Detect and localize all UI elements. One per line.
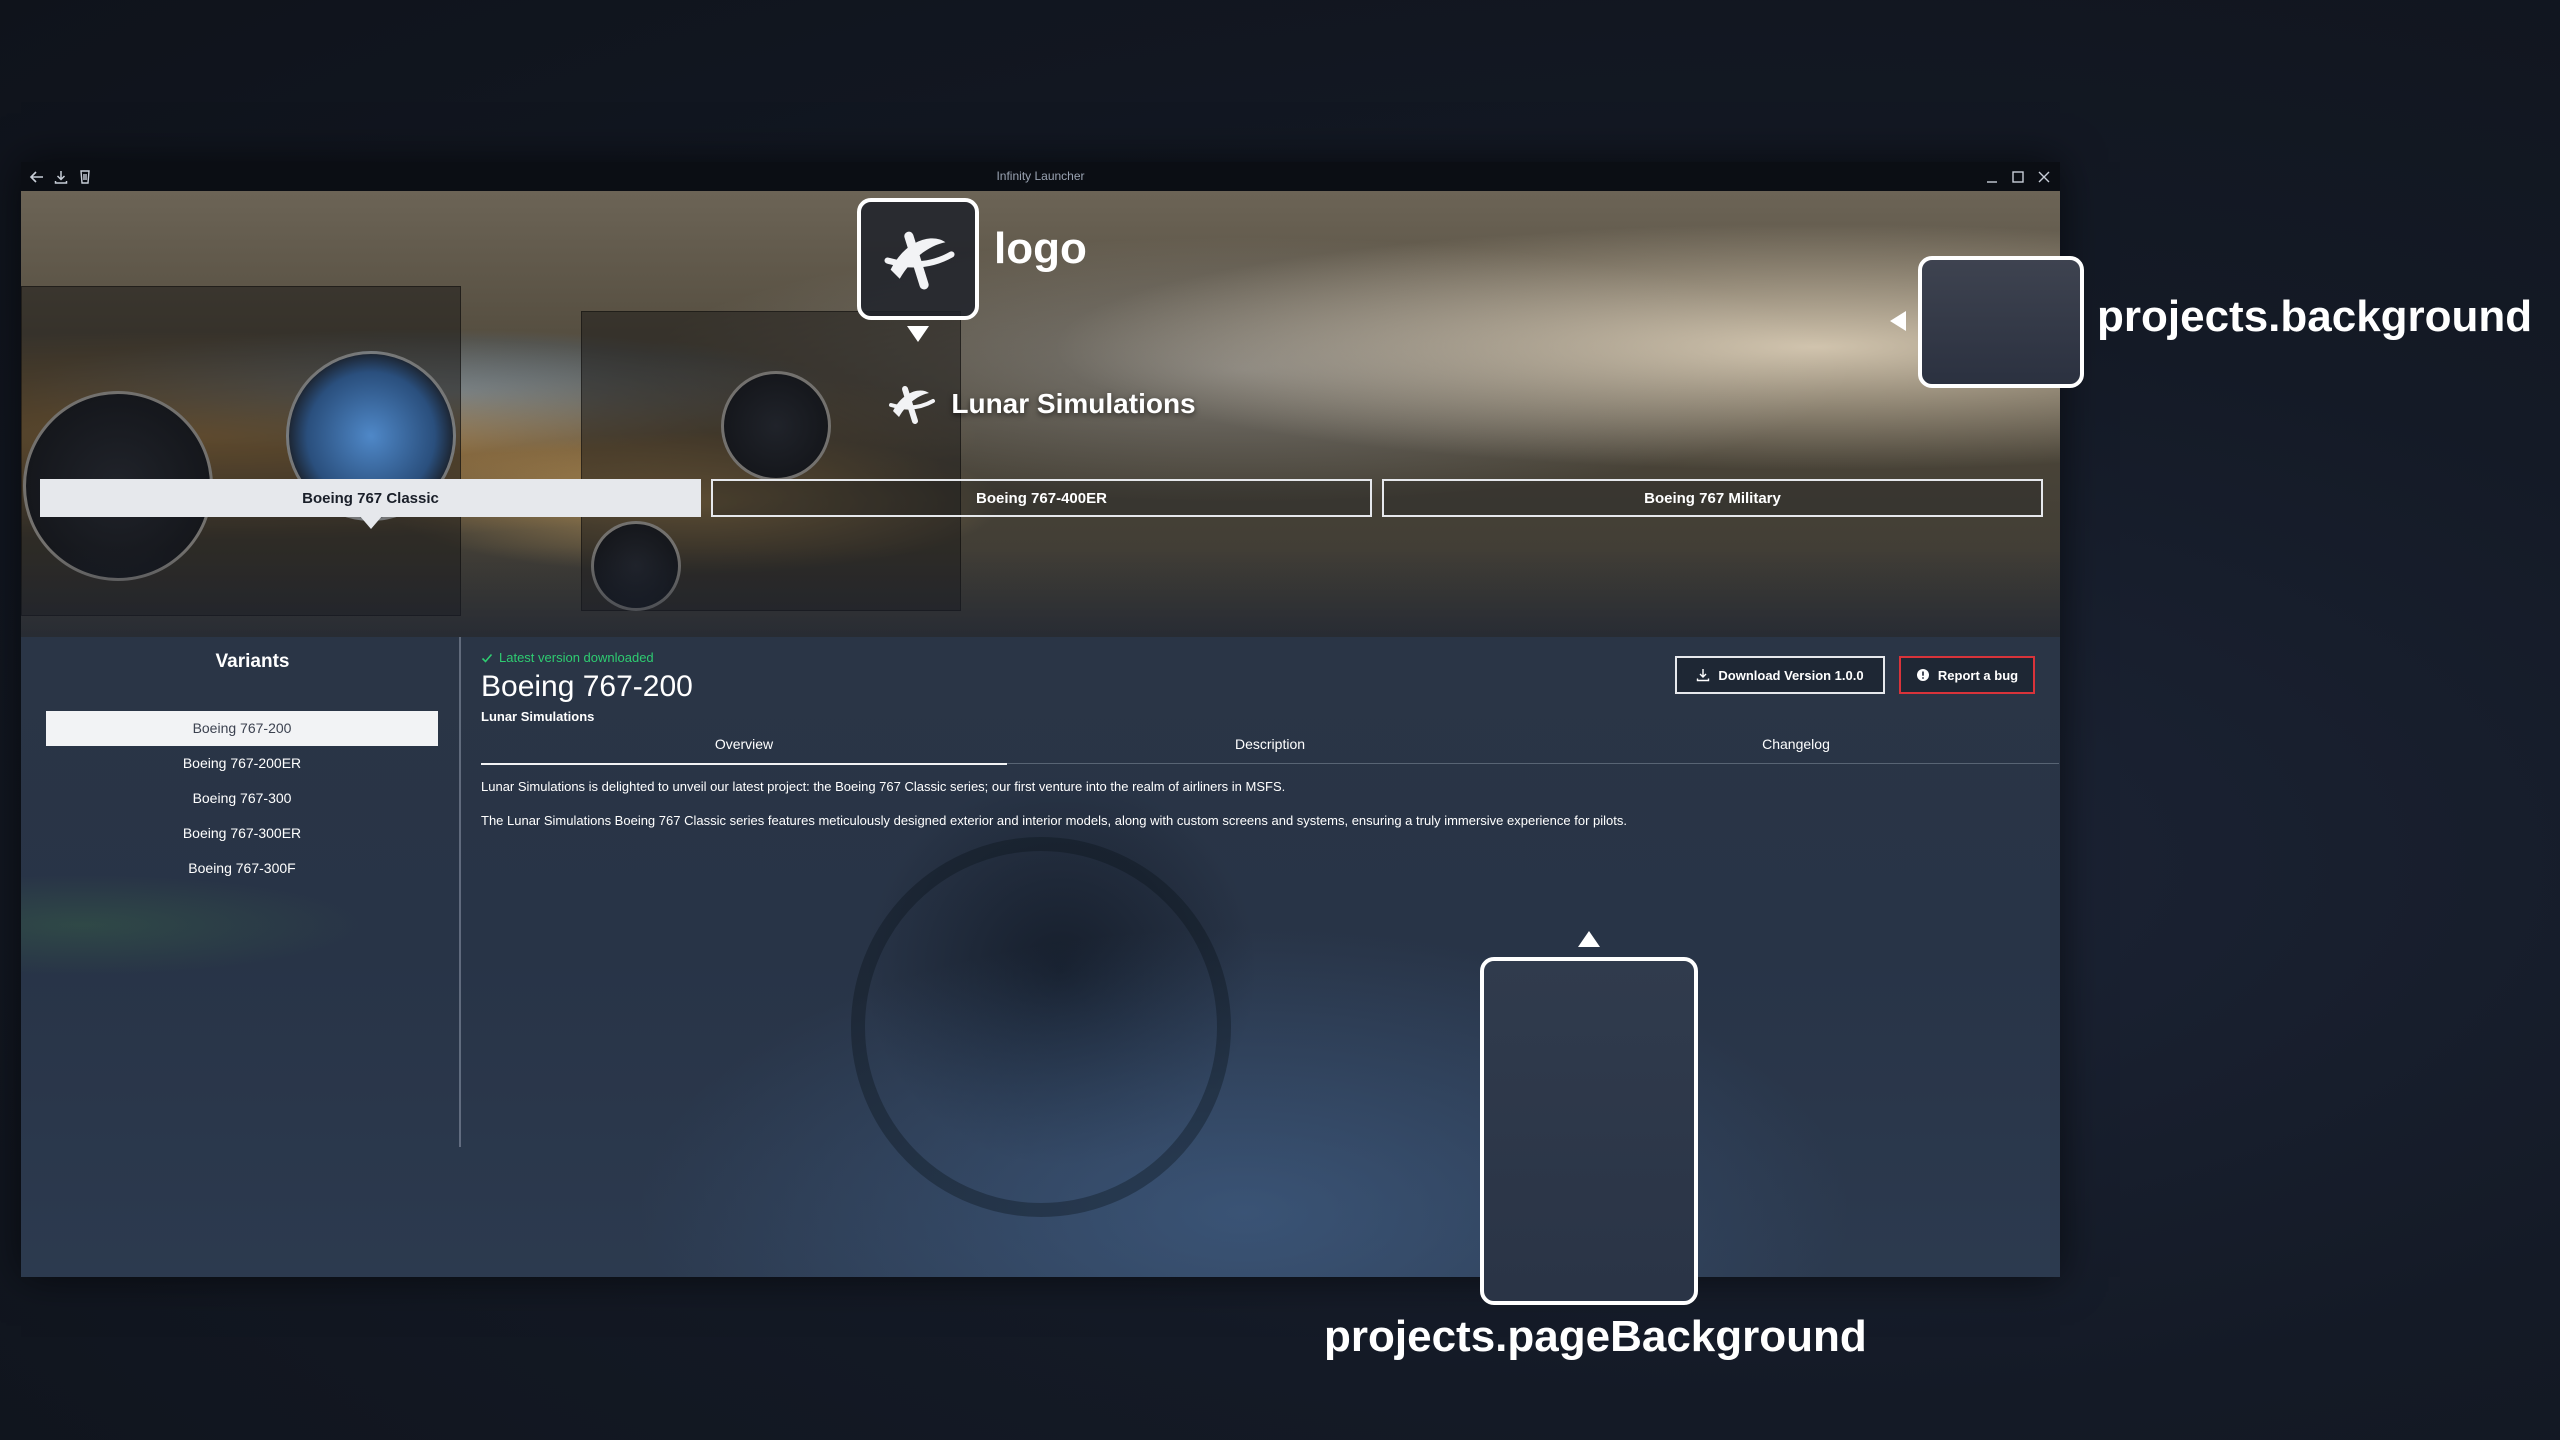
project-page-background: Variants Boeing 767-200 Boeing 767-200ER… bbox=[21, 637, 2060, 1277]
back-button[interactable] bbox=[27, 166, 47, 188]
overview-text: Lunar Simulations is delighted to unveil… bbox=[481, 779, 2051, 847]
download-icon bbox=[54, 170, 68, 184]
window-title: Infinity Launcher bbox=[996, 169, 1085, 183]
background-callout-label: projects.background bbox=[2097, 292, 2533, 341]
tab-description[interactable]: Description bbox=[1007, 736, 1533, 763]
report-bug-label: Report a bug bbox=[1937, 667, 2019, 683]
maximize-icon bbox=[2012, 170, 2024, 183]
brand-header: Lunar Simulations bbox=[21, 379, 2060, 429]
overview-paragraph: The Lunar Simulations Boeing 767 Classic… bbox=[481, 813, 1627, 828]
lunar-logo-icon bbox=[884, 231, 955, 290]
downloads-button[interactable] bbox=[51, 166, 71, 188]
brand-name: Lunar Simulations bbox=[951, 388, 1196, 419]
download-icon bbox=[1697, 669, 1710, 682]
minimize-button[interactable] bbox=[1982, 166, 2002, 188]
variant-item-767-200[interactable]: Boeing 767-200 bbox=[46, 711, 438, 746]
window-controls bbox=[1982, 162, 2054, 191]
series-tab-400er[interactable]: Boeing 767-400ER bbox=[711, 479, 1372, 517]
variants-sidebar: Variants Boeing 767-200 Boeing 767-200ER… bbox=[46, 637, 461, 1147]
close-button[interactable] bbox=[2034, 166, 2054, 188]
download-status: Latest version downloaded bbox=[481, 650, 654, 665]
variant-item-767-300er[interactable]: Boeing 767-300ER bbox=[46, 816, 438, 851]
variant-item-767-300f[interactable]: Boeing 767-300F bbox=[46, 851, 438, 886]
launcher-window: Infinity Launcher Lunar Simulations Boei… bbox=[21, 162, 2060, 1277]
overview-paragraph: Lunar Simulations is delighted to unveil… bbox=[481, 779, 1286, 794]
trash-icon bbox=[80, 169, 90, 184]
content-tabs: Overview Description Changelog bbox=[481, 736, 2059, 765]
project-main: Latest version downloaded Boeing 767-200… bbox=[459, 637, 2060, 1277]
hero-fade bbox=[21, 547, 2060, 637]
download-button-label: Download Version 1.0.0 bbox=[1718, 667, 1864, 683]
page-background-callout-box bbox=[1480, 957, 1698, 1305]
project-developer: Lunar Simulations bbox=[481, 709, 595, 724]
arrow-left-icon bbox=[29, 170, 43, 183]
variant-item-767-200er[interactable]: Boeing 767-200ER bbox=[46, 746, 438, 781]
download-button[interactable]: Download Version 1.0.0 bbox=[1675, 656, 1885, 694]
series-tab-military[interactable]: Boeing 767 Military bbox=[1382, 479, 2043, 517]
lunar-logo-icon bbox=[889, 386, 936, 424]
logo-callout-label: logo bbox=[994, 224, 1087, 273]
project-title: Boeing 767-200 bbox=[481, 670, 693, 703]
check-icon bbox=[481, 653, 493, 663]
clear-cache-button[interactable] bbox=[75, 166, 95, 188]
tab-overview[interactable]: Overview bbox=[481, 736, 1007, 765]
variant-item-767-300[interactable]: Boeing 767-300 bbox=[46, 781, 438, 816]
tab-changelog[interactable]: Changelog bbox=[1533, 736, 2059, 763]
maximize-button[interactable] bbox=[2008, 166, 2028, 188]
title-bar-left-controls bbox=[27, 162, 95, 191]
alert-icon bbox=[1916, 669, 1929, 681]
minimize-icon bbox=[1987, 180, 1997, 183]
series-tab-classic[interactable]: Boeing 767 Classic bbox=[40, 479, 701, 517]
page-background-callout-label: projects.pageBackground bbox=[1324, 1312, 1867, 1361]
logo-callout-box bbox=[857, 198, 979, 320]
series-tabs: Boeing 767 Classic Boeing 767-400ER Boei… bbox=[40, 479, 2043, 517]
page-background-callout-arrow bbox=[1578, 931, 1600, 947]
variant-list: Boeing 767-200 Boeing 767-200ER Boeing 7… bbox=[46, 711, 438, 886]
report-bug-button[interactable]: Report a bug bbox=[1899, 656, 2035, 694]
background-callout-arrow bbox=[1890, 311, 1906, 331]
background-callout-box bbox=[1918, 256, 2084, 388]
close-icon bbox=[2038, 171, 2050, 182]
logo-callout-arrow bbox=[907, 326, 929, 342]
variants-title: Variants bbox=[215, 651, 290, 672]
download-status-text: Latest version downloaded bbox=[499, 650, 654, 665]
title-bar: Infinity Launcher bbox=[21, 162, 2060, 191]
